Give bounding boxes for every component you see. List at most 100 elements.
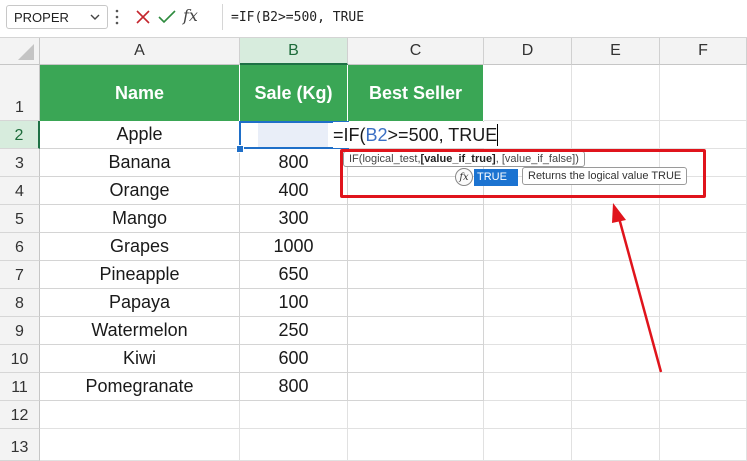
row-header-4[interactable]: 4 <box>0 177 40 205</box>
row-header-1[interactable]: 1 <box>0 65 40 121</box>
reference-highlight <box>258 123 328 147</box>
cell-c10[interactable] <box>348 345 484 373</box>
cell-a12[interactable] <box>40 401 240 429</box>
cell-d8[interactable] <box>484 289 572 317</box>
column-header-e[interactable]: E <box>572 38 660 65</box>
cell-d9[interactable] <box>484 317 572 345</box>
cell-c5[interactable] <box>348 205 484 233</box>
cell-e13[interactable] <box>572 429 660 461</box>
text-caret <box>497 124 498 146</box>
cell-a9[interactable]: Watermelon <box>40 317 240 345</box>
cell-c7[interactable] <box>348 261 484 289</box>
cell-c11[interactable] <box>348 373 484 401</box>
row-header-6[interactable]: 6 <box>0 233 40 261</box>
column-header-c[interactable]: C <box>348 38 484 65</box>
select-all-corner[interactable] <box>0 38 40 65</box>
header-sale[interactable]: Sale (Kg) <box>240 65 348 121</box>
cell-b3[interactable]: 800 <box>240 149 348 177</box>
cell-a8[interactable]: Papaya <box>40 289 240 317</box>
name-box[interactable]: PROPER <box>6 5 108 29</box>
cell-e7[interactable] <box>572 261 660 289</box>
cell-c6[interactable] <box>348 233 484 261</box>
cell-b9[interactable]: 250 <box>240 317 348 345</box>
column-header-d[interactable]: D <box>484 38 572 65</box>
row-header-2[interactable]: 2 <box>0 121 40 149</box>
cell-f2[interactable] <box>660 121 747 149</box>
cell-a10[interactable]: Kiwi <box>40 345 240 373</box>
row-header-12[interactable]: 12 <box>0 401 40 429</box>
cell-a4[interactable]: Orange <box>40 177 240 205</box>
row-header-10[interactable]: 10 <box>0 345 40 373</box>
cell-a5[interactable]: Mango <box>40 205 240 233</box>
cell-b5[interactable]: 300 <box>240 205 348 233</box>
cell-c13[interactable] <box>348 429 484 461</box>
cell-b6[interactable]: 1000 <box>240 233 348 261</box>
cell-f13[interactable] <box>660 429 747 461</box>
cancel-icon[interactable] <box>135 9 151 25</box>
row-header-3[interactable]: 3 <box>0 149 40 177</box>
cell-edit-text[interactable]: =IF(B2 >=500, TRUE <box>333 122 500 148</box>
formula-text: =IF(B2>=500, TRUE <box>231 9 365 25</box>
cell-d12[interactable] <box>484 401 572 429</box>
row-header-8[interactable]: 8 <box>0 289 40 317</box>
cell-b13[interactable] <box>240 429 348 461</box>
cell-b11[interactable]: 800 <box>240 373 348 401</box>
cell-a11[interactable]: Pomegranate <box>40 373 240 401</box>
cell-f5[interactable] <box>660 205 747 233</box>
row-header-7[interactable]: 7 <box>0 261 40 289</box>
cell-b10[interactable]: 600 <box>240 345 348 373</box>
cell-b8[interactable]: 100 <box>240 289 348 317</box>
cell-e5[interactable] <box>572 205 660 233</box>
cell-a2[interactable]: Apple <box>40 121 240 149</box>
column-header-a[interactable]: A <box>40 38 240 65</box>
cell-f7[interactable] <box>660 261 747 289</box>
cell-e8[interactable] <box>572 289 660 317</box>
cell-b7[interactable]: 650 <box>240 261 348 289</box>
cell-e2[interactable] <box>572 121 660 149</box>
cell-a13[interactable] <box>40 429 240 461</box>
cell-c8[interactable] <box>348 289 484 317</box>
cell-a7[interactable]: Pineapple <box>40 261 240 289</box>
cell-f12[interactable] <box>660 401 747 429</box>
cell-e12[interactable] <box>572 401 660 429</box>
cell-d13[interactable] <box>484 429 572 461</box>
cell-f8[interactable] <box>660 289 747 317</box>
cell-f1[interactable] <box>660 65 747 121</box>
cell-e1[interactable] <box>572 65 660 121</box>
cell-c12[interactable] <box>348 401 484 429</box>
row-header-13[interactable]: 13 <box>0 429 40 461</box>
row-header-5[interactable]: 5 <box>0 205 40 233</box>
cell-f9[interactable] <box>660 317 747 345</box>
cell-d11[interactable] <box>484 373 572 401</box>
cell-d6[interactable] <box>484 233 572 261</box>
header-name[interactable]: Name <box>40 65 240 121</box>
column-header-f[interactable]: F <box>660 38 747 65</box>
cell-e11[interactable] <box>572 373 660 401</box>
cell-c9[interactable] <box>348 317 484 345</box>
header-best-seller[interactable]: Best Seller <box>348 65 484 121</box>
cell-d5[interactable] <box>484 205 572 233</box>
enter-check-icon[interactable] <box>158 9 176 25</box>
cell-f10[interactable] <box>660 345 747 373</box>
fill-handle[interactable] <box>236 145 244 153</box>
formula-input[interactable]: =IF(B2>=500, TRUE <box>222 4 747 30</box>
row-header-11[interactable]: 11 <box>0 373 40 401</box>
cell-b4[interactable]: 400 <box>240 177 348 205</box>
more-options-icon[interactable] <box>115 8 119 26</box>
cell-f6[interactable] <box>660 233 747 261</box>
cell-d10[interactable] <box>484 345 572 373</box>
insert-function-icon[interactable]: fx <box>183 6 198 25</box>
cell-e10[interactable] <box>572 345 660 373</box>
cell-a6[interactable]: Grapes <box>40 233 240 261</box>
cell-e9[interactable] <box>572 317 660 345</box>
column-header-b[interactable]: B <box>240 38 348 65</box>
highlight-box <box>340 149 706 198</box>
cell-e6[interactable] <box>572 233 660 261</box>
cell-f11[interactable] <box>660 373 747 401</box>
cell-d1[interactable] <box>484 65 572 121</box>
cell-d7[interactable] <box>484 261 572 289</box>
row-header-9[interactable]: 9 <box>0 317 40 345</box>
chevron-down-icon[interactable] <box>89 10 101 24</box>
cell-a3[interactable]: Banana <box>40 149 240 177</box>
cell-b12[interactable] <box>240 401 348 429</box>
